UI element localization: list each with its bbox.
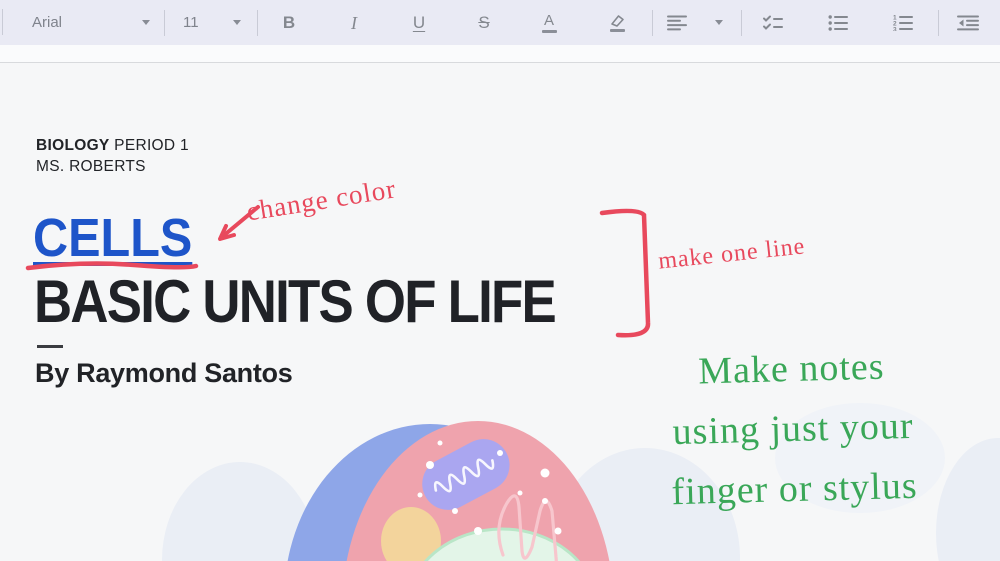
strikethrough-icon: S (478, 14, 489, 31)
course-period: PERIOD 1 (110, 137, 189, 154)
toolbar-divider (938, 10, 939, 36)
green-note-line2: using just your (617, 394, 968, 463)
chevron-down-icon (715, 20, 723, 25)
italic-button[interactable]: I (335, 6, 373, 40)
teacher-name[interactable]: MS. ROBERTS (36, 158, 146, 176)
green-note-line3: finger or stylus (619, 454, 970, 523)
checklist-icon (762, 15, 784, 31)
font-family-select[interactable]: Arial (28, 6, 154, 40)
italic-icon: I (351, 14, 357, 32)
red-arrow-ink (208, 201, 264, 249)
byline-dash (37, 345, 63, 348)
text-color-button[interactable]: A (530, 6, 568, 40)
font-family-value: Arial (32, 14, 62, 31)
decrease-indent-button[interactable] (949, 6, 987, 40)
numbered-list-icon: 123 (893, 15, 913, 31)
font-size-select[interactable]: 11 (177, 6, 247, 40)
highlight-color-button[interactable] (598, 6, 636, 40)
underline-icon: U (413, 14, 425, 31)
bulleted-list-button[interactable] (819, 6, 857, 40)
chevron-down-icon (142, 20, 150, 25)
green-note-line1: Make notes (616, 334, 967, 403)
numbered-list-button[interactable]: 123 (884, 6, 922, 40)
align-left-icon (667, 15, 687, 31)
toolbar-divider (652, 10, 653, 36)
course-label[interactable]: BIOLOGY PERIOD 1 (36, 137, 189, 155)
red-underline-ink (24, 259, 204, 273)
text-color-icon: A (542, 13, 557, 33)
checklist-button[interactable] (754, 6, 792, 40)
toolbar-divider (257, 10, 258, 36)
red-bracket-ink (596, 205, 660, 345)
strikethrough-button[interactable]: S (465, 6, 503, 40)
toolbar-divider (741, 10, 742, 36)
bold-icon: B (283, 14, 295, 31)
app-window: Arial 11 B I U S A (0, 0, 1000, 561)
decrease-indent-icon (957, 15, 979, 31)
toolbar-left-divider (2, 9, 3, 35)
toolbar-divider (164, 10, 165, 36)
font-size-value: 11 (183, 14, 199, 31)
svg-text:3: 3 (893, 26, 897, 31)
green-note-annotation: Make notes using just your finger or sty… (616, 334, 971, 523)
chevron-down-icon (233, 20, 241, 25)
bold-button[interactable]: B (270, 6, 308, 40)
course-name: BIOLOGY (36, 137, 110, 154)
align-button[interactable] (663, 6, 727, 40)
slide-canvas[interactable]: BIOLOGY PERIOD 1 MS. ROBERTS CELLS BASIC… (0, 63, 1000, 561)
bulleted-list-icon (828, 15, 848, 31)
highlighter-icon (609, 13, 626, 32)
formatting-toolbar: Arial 11 B I U S A (0, 0, 1000, 45)
toolbar-document-gap (0, 45, 1000, 63)
underline-button[interactable]: U (400, 6, 438, 40)
byline[interactable]: By Raymond Santos (35, 358, 292, 389)
slide-subtitle[interactable]: BASIC UNITS OF LIFE (34, 267, 555, 336)
